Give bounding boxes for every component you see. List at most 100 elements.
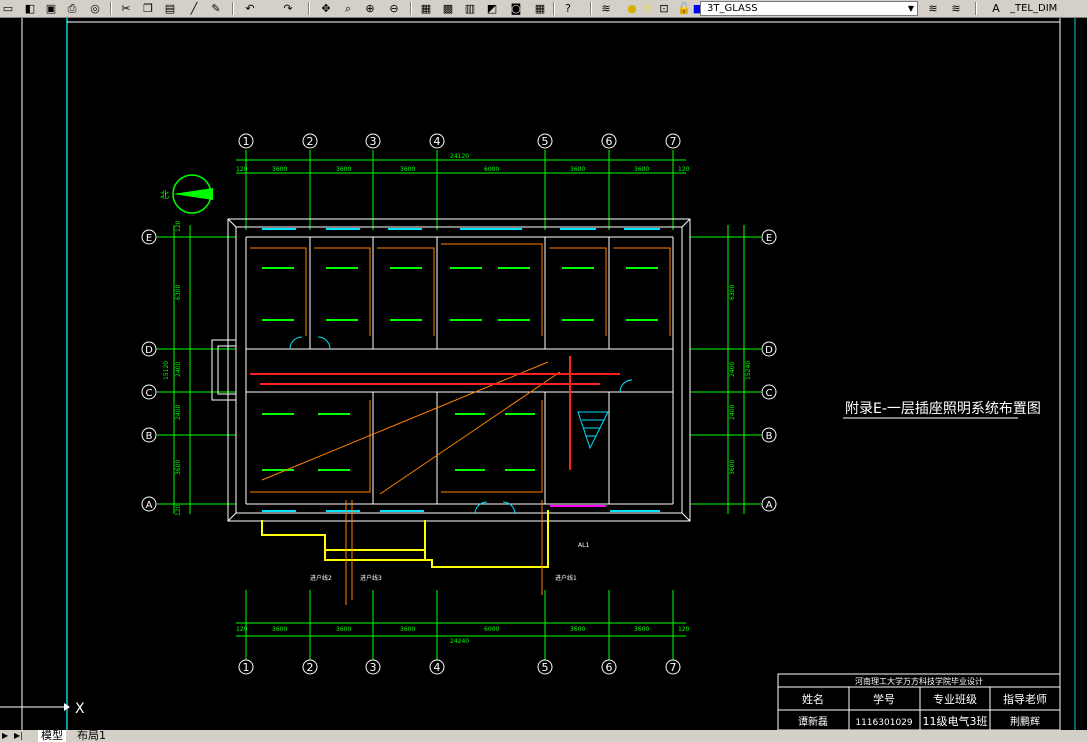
chevron-down-icon: ▼	[907, 4, 914, 13]
svg-text:姓名: 姓名	[802, 692, 824, 706]
zoom-realtime-icon[interactable]: ⌕	[340, 1, 356, 16]
pan-icon[interactable]: ✥	[318, 1, 334, 16]
axis-bubble-left-C: C	[141, 384, 157, 400]
svg-text:A: A	[766, 500, 773, 511]
properties-icon[interactable]: ▦	[418, 1, 434, 16]
help-icon[interactable]: ?	[560, 1, 576, 16]
svg-text:120: 120	[175, 220, 182, 232]
new-file-icon[interactable]: ▭	[0, 1, 16, 16]
building-outline	[211, 218, 691, 522]
svg-text:6300: 6300	[729, 285, 736, 300]
preview-icon[interactable]: ◎	[87, 1, 103, 16]
svg-text:2: 2	[307, 661, 314, 674]
svg-text:谭新磊: 谭新磊	[798, 715, 828, 728]
svg-text:2400: 2400	[175, 362, 182, 377]
svg-text:7: 7	[670, 661, 677, 674]
tab-first-icon[interactable]: ▶	[2, 730, 8, 742]
model-space-canvas[interactable]: 1 2 3 4 5 6 7 120 3600 3600 3600 6000 36…	[0, 18, 1087, 730]
svg-text:24120: 24120	[450, 153, 469, 160]
calculator-icon[interactable]: ▦	[532, 1, 548, 16]
svg-text:120: 120	[678, 626, 690, 633]
svg-text:进户线3: 进户线3	[360, 574, 382, 582]
svg-text:专业班级: 专业班级	[933, 692, 977, 706]
svg-text:D: D	[145, 345, 153, 356]
axis-bubble-bottom-1: 1	[238, 659, 254, 675]
tool-palettes-icon[interactable]: ▥	[462, 1, 478, 16]
axis-bubble-bottom-6: 6	[601, 659, 617, 675]
svg-text:进户线1: 进户线1	[555, 574, 577, 582]
markup-icon[interactable]: ◙	[508, 1, 524, 16]
brush-icon[interactable]: ✎	[208, 1, 224, 16]
svg-text:C: C	[766, 388, 773, 399]
tab-model[interactable]: 模型	[38, 730, 66, 742]
svg-text:3600: 3600	[400, 166, 415, 173]
paste-icon[interactable]: ▤	[162, 1, 178, 16]
svg-text:7: 7	[670, 135, 677, 148]
svg-text:3600: 3600	[336, 626, 351, 633]
svg-text:指导老师: 指导老师	[1003, 692, 1047, 706]
svg-text:3600: 3600	[729, 460, 736, 475]
tab-next-icon[interactable]: ▶|	[14, 730, 23, 742]
svg-text:3600: 3600	[634, 626, 649, 633]
svg-text:4: 4	[434, 135, 441, 148]
axis-bubble-left-A: A	[141, 496, 157, 512]
axis-bubble-top-6: 6	[601, 133, 617, 149]
svg-text:北: 北	[160, 190, 169, 201]
lightbulb-icon[interactable]: ●	[624, 1, 640, 16]
ucs-icon: X	[0, 701, 85, 717]
svg-text:A: A	[146, 500, 153, 511]
svg-text:3600: 3600	[634, 166, 649, 173]
svg-text:B: B	[146, 431, 153, 442]
layer-dropdown[interactable]: 3T_GLASS ▼	[700, 1, 918, 16]
axis-bubble-top-4: 4	[429, 133, 445, 149]
top-axis-group: 1 2 3 4 5 6 7	[238, 133, 681, 149]
svg-text:120: 120	[678, 166, 690, 173]
tab-layout1[interactable]: 布局1	[74, 730, 109, 742]
lock-icon[interactable]: ⊡	[656, 1, 672, 16]
svg-text:3600: 3600	[336, 166, 351, 173]
open-icon[interactable]: ◧	[22, 1, 38, 16]
undo-icon[interactable]: ↶	[242, 1, 258, 16]
layer-manager-icon[interactable]: ≋	[598, 1, 614, 16]
axis-bubble-bottom-2: 2	[302, 659, 318, 675]
axis-bubble-bottom-5: 5	[537, 659, 553, 675]
redo-icon[interactable]: ↷	[280, 1, 296, 16]
axis-bubble-left-E: E	[141, 229, 157, 245]
zoom-previous-icon[interactable]: ⊖	[386, 1, 402, 16]
svg-text:1116301029: 1116301029	[855, 718, 913, 728]
sun-icon[interactable]: ☼	[640, 1, 656, 16]
svg-text:6000: 6000	[484, 166, 499, 173]
north-arrow-icon: 北	[160, 174, 213, 214]
layer-previous-icon[interactable]: ≋	[948, 1, 964, 16]
make-current-icon[interactable]: ≋	[925, 1, 941, 16]
svg-text:120: 120	[175, 504, 182, 516]
sheet-set-icon[interactable]: ◩	[484, 1, 500, 16]
axis-bubble-right-C: C	[761, 384, 777, 400]
match-prop-icon[interactable]: ╱	[186, 1, 202, 16]
svg-text:2400: 2400	[175, 405, 182, 420]
save-icon[interactable]: ▣	[43, 1, 59, 16]
axis-bubble-right-D: D	[761, 341, 777, 357]
layout-tab-bar: ▶ ▶| 模型 布局1	[0, 730, 1087, 742]
svg-text:B: B	[766, 431, 773, 442]
svg-text:3: 3	[370, 661, 377, 674]
axis-bubble-bottom-7: 7	[665, 659, 681, 675]
design-center-icon[interactable]: ▩	[440, 1, 456, 16]
dim-style-label[interactable]: _TEL_DIM	[1010, 2, 1057, 15]
svg-text:5: 5	[542, 135, 549, 148]
svg-text:4: 4	[434, 661, 441, 674]
text-style-icon[interactable]: A	[988, 1, 1004, 16]
axis-bubble-left-D: D	[141, 341, 157, 357]
svg-text:6000: 6000	[484, 626, 499, 633]
axis-bubble-top-7: 7	[665, 133, 681, 149]
axis-bubble-left-B: B	[141, 427, 157, 443]
cut-icon[interactable]: ✂	[118, 1, 134, 16]
svg-text:6: 6	[606, 135, 613, 148]
copy-icon[interactable]: ❐	[140, 1, 156, 16]
layer-dropdown-value: 3T_GLASS	[707, 3, 758, 14]
left-axis-group: E D C B A	[141, 229, 157, 512]
print-icon[interactable]: ⎙	[64, 1, 80, 16]
standard-toolbar: ▭ ◧ ▣ ⎙ ◎ ✂ ❐ ▤ ╱ ✎ ↶ ↷ ✥ ⌕ ⊕ ⊖ ▦ ▩ ▥ ◩ …	[0, 0, 1087, 18]
zoom-window-icon[interactable]: ⊕	[362, 1, 378, 16]
axis-bubble-top-3: 3	[365, 133, 381, 149]
